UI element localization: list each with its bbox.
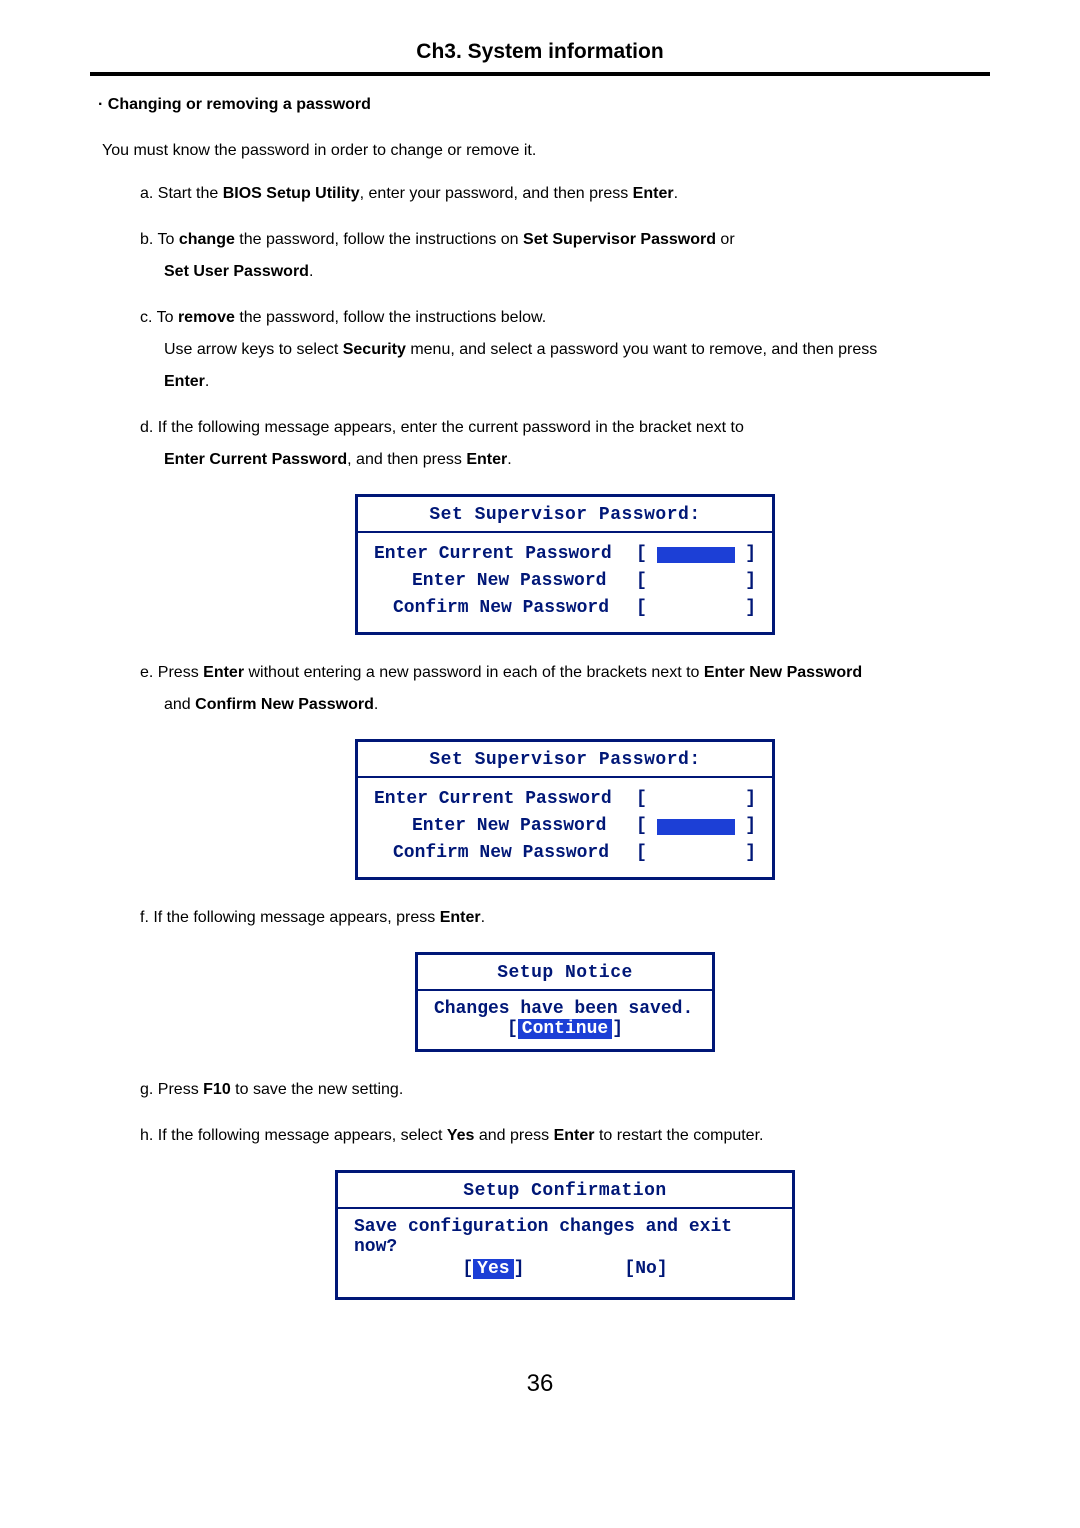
notice-text: Changes have been saved. [434,999,696,1019]
enter-current-password-row: Enter Current Password [] [374,541,756,568]
step-b: b. To change the password, follow the in… [140,224,990,288]
yes-button[interactable]: [Yes] [462,1259,524,1279]
continue-button[interactable]: [Continue] [434,1019,696,1039]
current-password-input[interactable]: [] [636,786,756,813]
step-f: f. If the following message appears, pre… [140,902,990,934]
dialog-title: Set Supervisor Password: [358,497,772,531]
section-heading: · Changing or removing a password [90,96,990,114]
confirm-password-input[interactable]: [] [636,840,756,867]
step-c: c. To remove the password, follow the in… [140,302,990,398]
current-password-input[interactable]: [] [636,541,756,568]
step-d: d. If the following message appears, ent… [140,412,990,476]
confirm-password-input[interactable]: [] [636,595,756,622]
setup-confirmation-dialog: Setup Confirmation Save configuration ch… [335,1170,795,1300]
chapter-rule [90,72,990,76]
set-supervisor-password-dialog-2: Set Supervisor Password: Enter Current P… [355,739,775,880]
confirmation-text: Save configuration changes and exit now? [354,1217,776,1257]
step-e: e. Press Enter without entering a new pa… [140,657,990,721]
dialog-title: Set Supervisor Password: [358,742,772,776]
confirm-new-password-row: Confirm New Password [] [374,595,756,622]
chapter-title: Ch3. System information [90,40,990,72]
no-button[interactable]: [No] [624,1259,667,1279]
confirm-new-password-row: Confirm New Password [] [374,840,756,867]
new-password-input[interactable]: [] [636,813,756,840]
intro-text: You must know the password in order to c… [90,142,990,160]
new-password-input[interactable]: [] [636,568,756,595]
enter-new-password-row: Enter New Password [] [374,568,756,595]
step-g: g. Press F10 to save the new setting. [140,1074,990,1106]
setup-notice-dialog: Setup Notice Changes have been saved. [C… [415,952,715,1052]
enter-new-password-row: Enter New Password [] [374,813,756,840]
dialog-title: Setup Notice [418,955,712,989]
enter-current-password-row: Enter Current Password [] [374,786,756,813]
page-number: 36 [90,1370,990,1398]
dialog-title: Setup Confirmation [338,1173,792,1207]
step-h: h. If the following message appears, sel… [140,1120,990,1152]
step-a: a. Start the BIOS Setup Utility, enter y… [140,178,990,210]
set-supervisor-password-dialog-1: Set Supervisor Password: Enter Current P… [355,494,775,635]
